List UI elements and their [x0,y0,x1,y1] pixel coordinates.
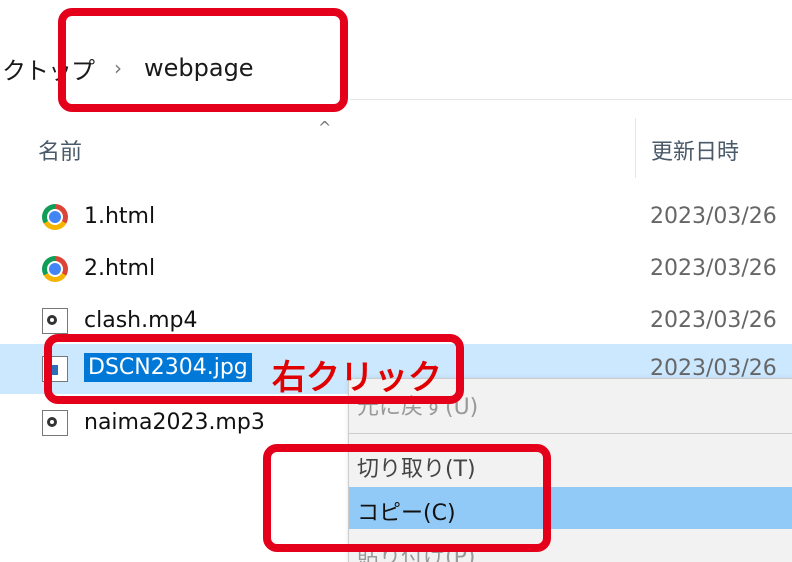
column-divider[interactable] [635,118,636,178]
chrome-icon [42,204,68,230]
context-menu: 元に戻す(U) 切り取り(T) コピー(C) 貼り付け(P) [348,378,792,562]
file-row-2-html[interactable]: 2.html 2023/03/26 [0,244,792,294]
file-name: 1.html [84,204,156,229]
column-header-name[interactable]: 名前 [38,134,82,166]
sort-ascending-icon: ^ [318,118,332,137]
column-header-date[interactable]: 更新日時 [651,134,739,166]
media-file-icon [42,308,68,334]
menu-item-copy[interactable]: コピー(C) [349,487,792,529]
file-date: 2023/03/26 [650,256,777,281]
breadcrumb-item-webpage[interactable]: webpage [144,54,254,82]
file-name: 2.html [84,256,156,281]
menu-item-label: 切り取り(T) [357,457,476,482]
file-row-clash-mp4[interactable]: clash.mp4 2023/03/26 [0,296,792,346]
file-name-selected[interactable]: DSCN2304.jpg [84,353,252,382]
menu-item-label: コピー(C) [357,501,456,526]
menu-divider [349,433,792,434]
media-file-icon [42,410,68,436]
menu-item-paste[interactable]: 貼り付け(P) [349,531,792,562]
chevron-right-icon[interactable]: › [114,56,122,80]
chrome-icon [42,256,68,282]
file-date: 2023/03/26 [650,204,777,229]
annotation-label-right-click: 右クリック [272,358,442,398]
file-date: 2023/03/26 [650,308,777,333]
breadcrumb-item-desktop[interactable]: クトップ [2,51,95,86]
menu-item-label: 貼り付け(P) [357,545,476,562]
image-file-icon [42,356,68,382]
menu-item-cut[interactable]: 切り取り(T) [349,443,792,485]
breadcrumb: クトップ › webpage [0,38,792,98]
file-row-1-html[interactable]: 1.html 2023/03/26 [0,192,792,242]
file-name: clash.mp4 [84,308,198,333]
breadcrumb-divider [350,99,792,100]
column-header-row: 名前 ^ 更新日時 [0,118,792,178]
file-name: naima2023.mp3 [84,410,265,435]
